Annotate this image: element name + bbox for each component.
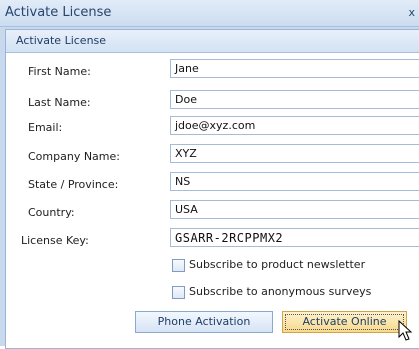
- newsletter-checkbox[interactable]: [172, 259, 185, 272]
- group-header: Activate License: [6, 30, 419, 53]
- activate-license-window: Activate License x Activate License Firs…: [0, 0, 419, 349]
- surveys-checkbox[interactable]: [172, 286, 185, 299]
- country-field[interactable]: USA: [170, 200, 419, 219]
- surveys-checkbox-label: Subscribe to anonymous surveys: [189, 285, 372, 298]
- license-key-field[interactable]: GSARR-2RCPPMX2: [170, 228, 419, 247]
- license-key-label: License Key:: [21, 234, 89, 247]
- first-name-label: First Name:: [28, 65, 91, 78]
- last-name-label: Last Name:: [28, 96, 91, 109]
- last-name-field[interactable]: Doe: [170, 90, 419, 109]
- state-province-label: State / Province:: [28, 178, 119, 191]
- newsletter-checkbox-label: Subscribe to product newsletter: [189, 258, 366, 271]
- window-title: Activate License: [5, 5, 112, 20]
- title-bar: Activate License x: [0, 0, 419, 27]
- close-icon[interactable]: x: [408, 6, 415, 19]
- group-title: Activate License: [16, 34, 107, 47]
- email-label: Email:: [28, 121, 63, 134]
- mouse-pointer-icon: [398, 320, 413, 341]
- email-field[interactable]: jdoe@xyz.com: [170, 116, 419, 135]
- focus-ring: [285, 314, 404, 330]
- state-province-field[interactable]: NS: [170, 172, 419, 191]
- company-name-label: Company Name:: [28, 150, 120, 163]
- country-label: Country:: [28, 206, 75, 219]
- activate-online-button[interactable]: Activate Online: [282, 311, 407, 333]
- phone-activation-button[interactable]: Phone Activation: [135, 311, 273, 333]
- first-name-field[interactable]: Jane: [170, 59, 419, 78]
- company-name-field[interactable]: XYZ: [170, 144, 419, 163]
